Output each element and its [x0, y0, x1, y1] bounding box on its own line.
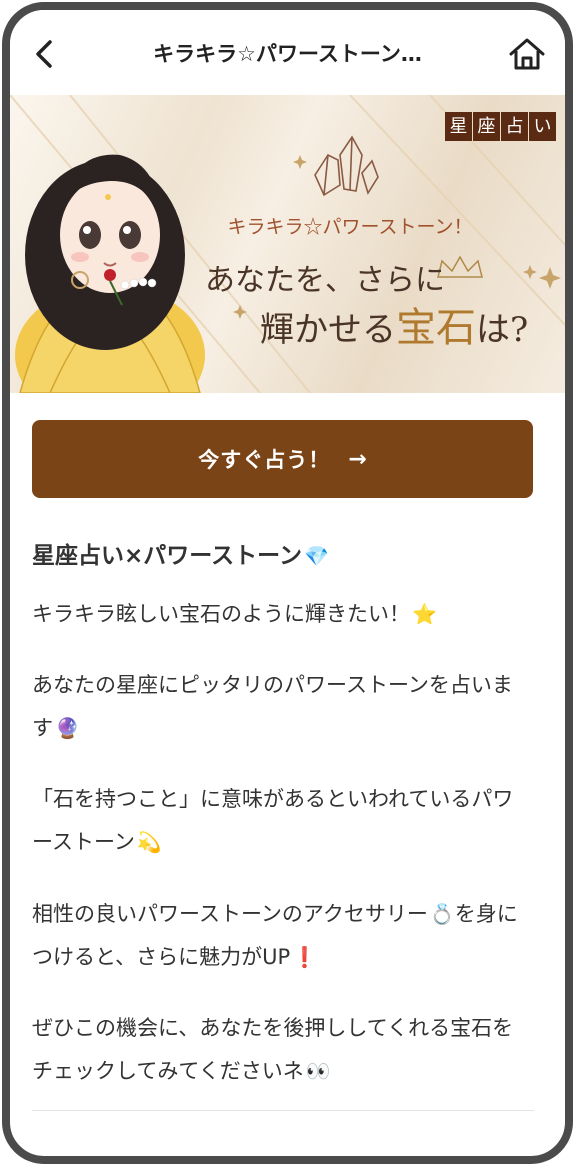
paragraph-text: あなたの星座にピッタリのパワーストーンを占います — [32, 673, 513, 740]
eyes-icon: 👀 — [305, 1059, 331, 1083]
badge-char: い — [529, 112, 556, 141]
banner-headline-part: は? — [476, 310, 529, 350]
description-paragraph: 相性の良いパワーストーンのアクセサリー 💍を身につけると、さらに魅力がUP ❗ — [32, 893, 532, 979]
category-badge: 星 座 占 い — [445, 112, 557, 141]
divider — [32, 1110, 534, 1111]
banner-subtitle: キラキラ☆パワーストーン！ — [227, 216, 473, 238]
banner-image[interactable]: 星 座 占 い キラキラ☆パワーストーン！ あなたを、さらに 輝かせる宝石は? — [10, 95, 565, 393]
phone-frame: キラキラ☆パワーストーン… 星 座 占 い キラキラ☆パワーストーン！ あなたを… — [2, 2, 573, 1164]
banner-headline-part: 輝かせる — [260, 310, 396, 350]
description-paragraph: 「石を持つこと」に意味があるといわれているパワーストーン 💫 — [32, 778, 532, 864]
paragraph-text: 相性の良いパワーストーンのアクセサリー — [32, 902, 428, 926]
ring-icon: 💍 — [429, 902, 455, 926]
badge-char: 星 — [445, 112, 472, 141]
paragraph-text: キラキラ眩しい宝石のように輝きたい！ — [32, 602, 410, 626]
description-paragraph: あなたの星座にピッタリのパワーストーンを占います 🔮 — [32, 664, 532, 750]
princess-figure — [15, 154, 205, 393]
cta-label: 今すぐ占う！ — [198, 448, 331, 472]
paragraph-text: ぜひこの機会に、あなたを後押ししてくれる宝石をチェックしてみてくださいネ — [32, 1016, 514, 1083]
badge-char: 占 — [501, 112, 528, 141]
banner-headline-line1: あなたを、さらに — [205, 263, 445, 298]
start-fortune-button[interactable]: 今すぐ占う！ → — [32, 420, 533, 498]
banner-headline-highlight: 宝石 — [396, 305, 476, 351]
exclamation-icon: ❗ — [292, 945, 318, 969]
back-button[interactable] — [24, 34, 64, 74]
page-title: キラキラ☆パワーストーン… — [153, 42, 422, 66]
home-button[interactable] — [507, 36, 547, 72]
crystal-ball-icon: 🔮 — [55, 716, 80, 740]
banner-headline-line2: 輝かせる宝石は? — [260, 295, 528, 353]
paragraph-text: 「石を持つこと」に意味があるといわれているパワーストーン — [32, 787, 514, 854]
gem-icon: 💎 — [303, 544, 329, 568]
section-title-text: 星座占い×パワーストーン — [32, 543, 302, 569]
description-paragraph: キラキラ眩しい宝石のように輝きたい！ ⭐ — [32, 593, 532, 636]
home-icon — [509, 38, 545, 70]
crystal-icon — [314, 135, 379, 197]
arrow-right-icon: → — [348, 446, 367, 472]
star-icon: ⭐ — [412, 602, 437, 626]
section-title: 星座占い×パワーストーン 💎 — [32, 536, 329, 570]
dizzy-sparkle-icon: 💫 — [136, 830, 162, 854]
badge-char: 座 — [473, 112, 500, 141]
chevron-left-icon — [36, 40, 52, 68]
description-paragraph: ぜひこの機会に、あなたを後押ししてくれる宝石をチェックしてみてくださいネ 👀 — [32, 1007, 532, 1093]
header-bar: キラキラ☆パワーストーン… — [10, 10, 565, 95]
